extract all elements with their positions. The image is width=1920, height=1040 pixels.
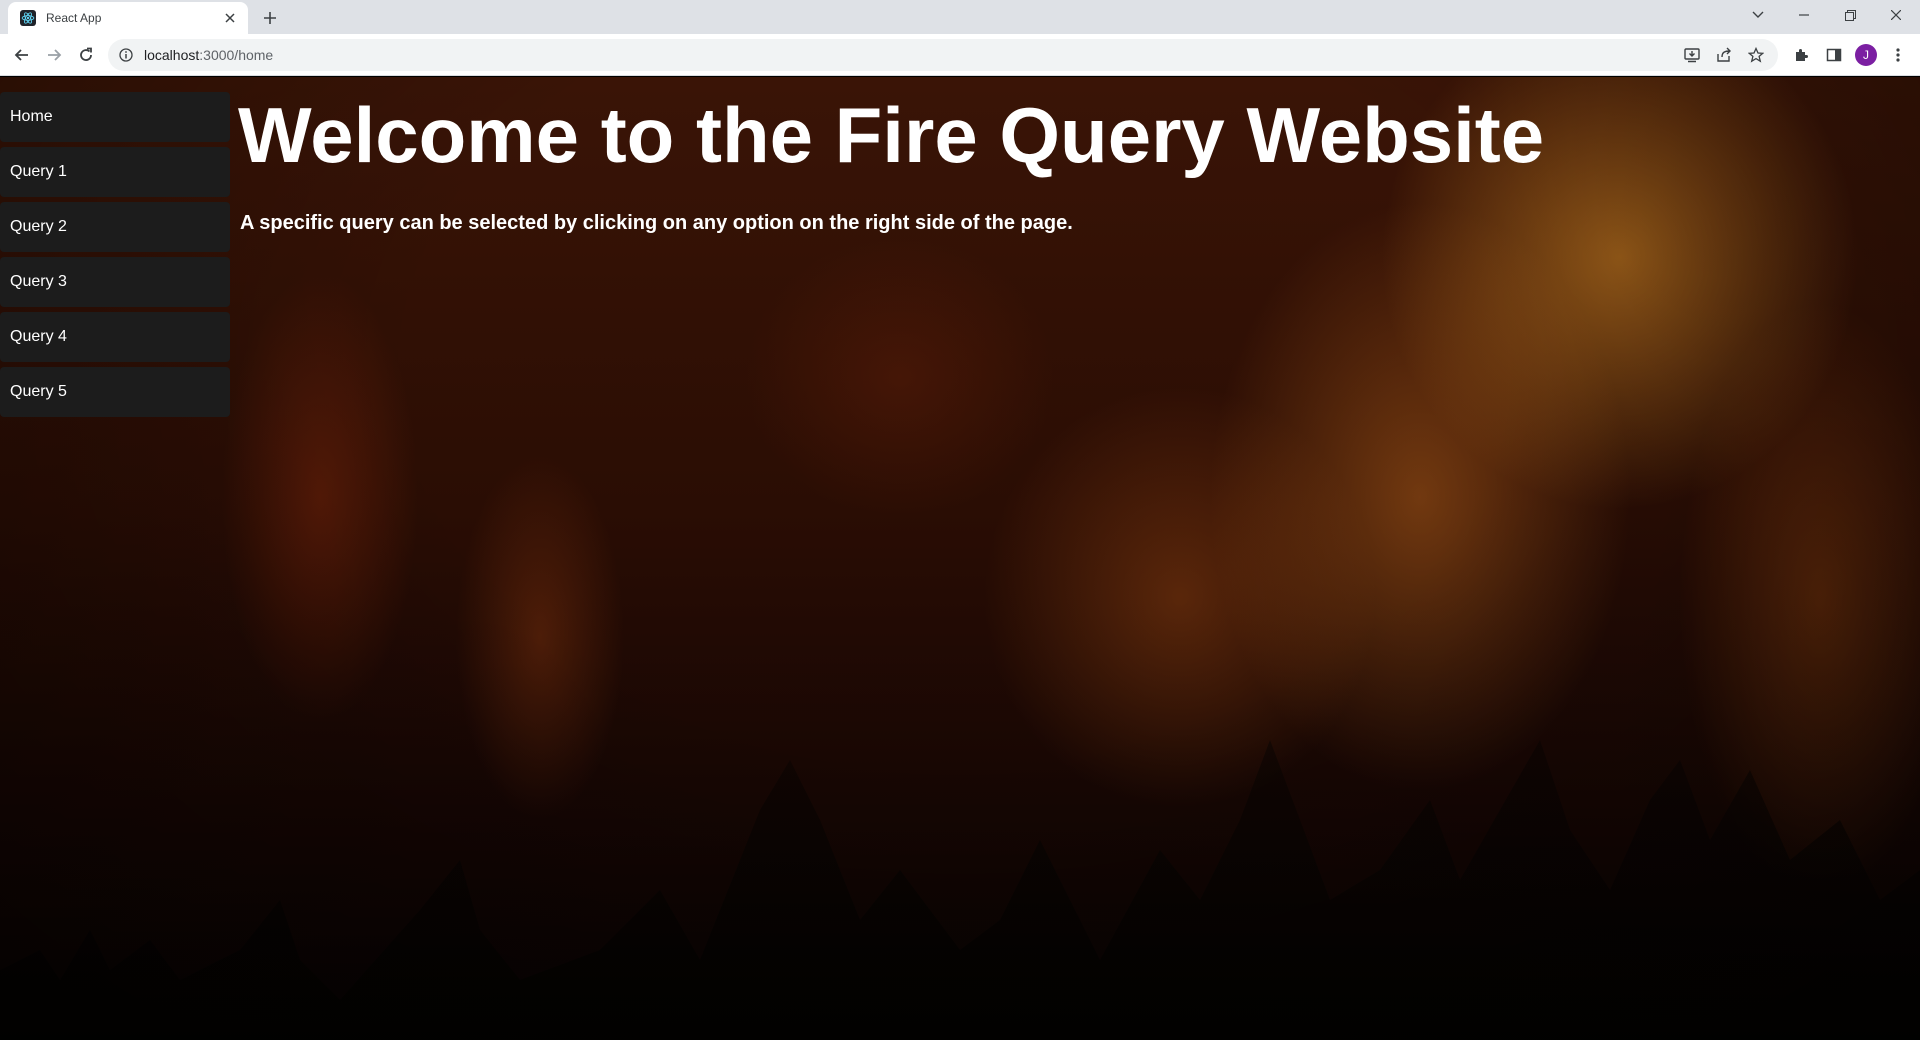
address-bar[interactable]: localhost:3000/home bbox=[108, 39, 1778, 71]
back-button[interactable] bbox=[8, 41, 36, 69]
sidebar-nav: Home Query 1 Query 2 Query 3 Query 4 Que… bbox=[0, 92, 230, 422]
sidebar-item-home[interactable]: Home bbox=[0, 92, 230, 142]
plus-icon bbox=[264, 12, 276, 24]
puzzle-icon bbox=[1796, 49, 1808, 61]
forward-button[interactable] bbox=[40, 41, 68, 69]
sidebar-item-query-2[interactable]: Query 2 bbox=[0, 202, 230, 252]
close-icon[interactable] bbox=[222, 10, 238, 26]
sidebar-item-query-5[interactable]: Query 5 bbox=[0, 367, 230, 417]
sidebar-item-query-4[interactable]: Query 4 bbox=[0, 312, 230, 362]
browser-tab[interactable]: React App bbox=[8, 2, 248, 34]
sidebar-item-query-3[interactable]: Query 3 bbox=[0, 257, 230, 307]
close-window-button[interactable] bbox=[1873, 0, 1919, 30]
react-icon bbox=[20, 10, 36, 26]
info-icon[interactable] bbox=[118, 47, 134, 63]
page-title: Welcome to the Fire Query Website bbox=[238, 91, 1545, 179]
sidebar-item-query-1[interactable]: Query 1 bbox=[0, 147, 230, 197]
page-description: A specific query can be selected by clic… bbox=[240, 212, 1073, 234]
browser-toolbar: localhost:3000/home J bbox=[0, 34, 1920, 76]
restore-icon bbox=[1844, 9, 1856, 21]
arrow-left-icon bbox=[14, 49, 28, 61]
share-icon[interactable] bbox=[1710, 41, 1738, 69]
chevron-down-icon bbox=[1752, 11, 1764, 18]
star-icon[interactable] bbox=[1742, 41, 1770, 69]
browser-tab-strip: React App bbox=[0, 0, 1920, 34]
minimize-icon bbox=[1799, 14, 1809, 16]
close-icon bbox=[1891, 10, 1901, 20]
reload-icon bbox=[80, 47, 92, 61]
new-tab-button[interactable] bbox=[258, 6, 282, 30]
extensions-button[interactable] bbox=[1787, 41, 1815, 69]
page-viewport: Home Query 1 Query 2 Query 3 Query 4 Que… bbox=[0, 77, 1920, 1040]
url-text: localhost:3000/home bbox=[144, 47, 273, 63]
url-path: :3000/home bbox=[199, 47, 274, 63]
restore-button[interactable] bbox=[1827, 0, 1873, 30]
tab-search-button[interactable] bbox=[1735, 0, 1781, 30]
menu-button[interactable] bbox=[1884, 41, 1912, 69]
tab-title: React App bbox=[46, 11, 102, 25]
url-host: localhost bbox=[144, 47, 200, 63]
install-icon[interactable] bbox=[1678, 41, 1706, 69]
side-panel-button[interactable] bbox=[1820, 41, 1848, 69]
kebab-menu-icon bbox=[1896, 48, 1900, 62]
minimize-button[interactable] bbox=[1781, 0, 1827, 30]
reload-button[interactable] bbox=[72, 41, 100, 69]
arrow-right-icon bbox=[48, 49, 62, 61]
side-panel-icon bbox=[1826, 48, 1842, 62]
profile-avatar[interactable]: J bbox=[1855, 44, 1877, 66]
